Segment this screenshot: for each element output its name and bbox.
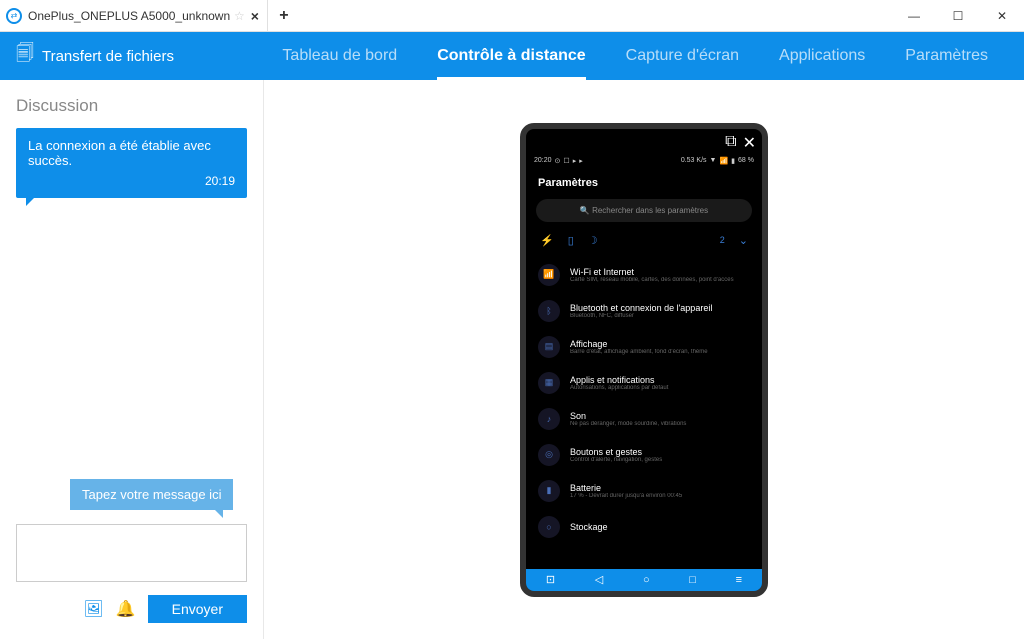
tab-title: OnePlus_ONEPLUS A5000_unknown [28,9,228,23]
settings-item-icon: 📶 [538,264,560,286]
wifi-icon: ▼ [710,157,717,164]
title-bar: OnePlus_ONEPLUS A5000_unknown ☆ × + — ☐ … [0,0,1024,32]
file-transfer-button[interactable]: 🗐 Transfert de fichiers [16,41,174,71]
settings-item-sub: Carte SIM, réseau mobile, cartes, des do… [570,277,750,283]
settings-item-title: Affichage [570,339,750,349]
remote-view: ⧉ ✕ 20:20 ⊙ ☐ ▸ ▸ 0.53 K/s ▼ 📶 ▮ 68 % [264,80,1024,639]
teamviewer-nav-icon[interactable]: ⊡ [546,573,555,586]
menu-icon[interactable]: ≡ [736,574,742,586]
status-icon: ▸ [579,157,583,165]
settings-item[interactable]: ♪ Son Ne pas déranger, mode sourdine, vi… [536,401,752,437]
phone-page-title: Paramètres [526,171,762,199]
settings-item-icon: ▦ [538,372,560,394]
add-tab-button[interactable]: + [268,7,300,25]
home-icon[interactable]: ○ [643,574,650,586]
battery-icon: ▮ [731,157,735,165]
attach-icon[interactable]: 🖼 [83,599,103,619]
settings-item-title: Son [570,411,750,421]
nav-tab[interactable]: Contrôle à distance [417,32,605,80]
file-transfer-label: Transfert de fichiers [42,48,174,65]
settings-item-title: Boutons et gestes [570,447,750,457]
chat-message-text: La connexion a été établie avec succès. [28,138,235,168]
quick-icon[interactable]: ☽ [588,234,598,247]
quick-settings-row: ⚡ ▯ ☽ 2 ⌄ [526,234,762,257]
settings-item-sub: Bluetooth, NFC, diffuser [570,313,750,319]
status-icon: ⊙ [555,157,561,165]
popout-icon[interactable]: ⧉ [725,133,736,153]
chevron-down-icon[interactable]: ⌄ [739,234,748,247]
main-toolbar: 🗐 Transfert de fichiers Tableau de bordC… [0,32,1024,80]
settings-item-icon: ◎ [538,444,560,466]
compose-hint: Tapez votre message ici [70,479,233,510]
close-remote-icon[interactable]: ✕ [743,133,756,153]
chat-input[interactable] [16,524,247,582]
phone-search[interactable]: 🔍 Rechercher dans les paramètres [536,199,752,222]
favorite-icon[interactable]: ☆ [234,9,245,23]
settings-item[interactable]: 📶 Wi-Fi et Internet Carte SIM, réseau mo… [536,257,752,293]
browser-tab[interactable]: OnePlus_ONEPLUS A5000_unknown ☆ × [0,0,268,31]
settings-item-title: Batterie [570,483,750,493]
settings-item[interactable]: ◎ Boutons et gestes Contrôl d'alerte, na… [536,437,752,473]
settings-item[interactable]: ▤ Affichage Barre d'état, affichage ambi… [536,329,752,365]
settings-item-sub: Ne pas déranger, mode sourdine, vibratio… [570,421,750,427]
quick-icon[interactable]: ▯ [568,234,574,247]
settings-item-icon: ▤ [538,336,560,358]
settings-item-icon: ○ [538,516,560,538]
settings-item[interactable]: ○ Stockage [536,509,752,545]
status-icon: ▸ [573,157,577,165]
maximize-button[interactable]: ☐ [936,0,980,32]
search-placeholder: Rechercher dans les paramètres [592,206,708,215]
settings-item-sub: Barre d'état, affichage ambient, fond d'… [570,349,750,355]
settings-item-icon: ᛒ [538,300,560,322]
settings-item-title: Bluetooth et connexion de l'appareil [570,303,750,313]
settings-item-sub: Autorisations, applications par défaut [570,385,750,391]
nav-tab[interactable]: Applications [759,32,885,80]
nav-tab[interactable]: Paramètres [885,32,1008,80]
phone-screen[interactable]: ⧉ ✕ 20:20 ⊙ ☐ ▸ ▸ 0.53 K/s ▼ 📶 ▮ 68 % [520,123,768,597]
file-transfer-icon: 🗐 [16,41,34,71]
tab-close-icon[interactable]: × [251,8,259,24]
send-button[interactable]: Envoyer [148,595,247,623]
search-icon: 🔍 [580,206,590,215]
chat-title: Discussion [16,96,247,116]
settings-item-title: Wi-Fi et Internet [570,267,750,277]
settings-item-icon: ▮ [538,480,560,502]
quick-badge[interactable]: 2 [720,235,725,245]
teamviewer-icon [6,8,22,24]
nav-tab[interactable]: Tableau de bord [262,32,417,80]
minimize-button[interactable]: — [892,0,936,32]
quick-icon[interactable]: ⚡ [540,234,554,247]
settings-item[interactable]: ▦ Applis et notifications Autorisations,… [536,365,752,401]
signal-icon: 📶 [719,157,728,165]
settings-item-title: Stockage [570,522,750,532]
settings-item-title: Applis et notifications [570,375,750,385]
nudge-icon[interactable]: 🔔 [116,599,136,619]
close-button[interactable]: ✕ [980,0,1024,32]
settings-item-sub: Contrôl d'alerte, navigation, gestes [570,457,750,463]
settings-item[interactable]: ▮ Batterie 17 % - Devrait durer jusqu'à … [536,473,752,509]
data-rate: 0.53 K/s [681,157,707,164]
chat-message-time: 20:19 [28,174,235,188]
battery-pct: 68 % [738,157,754,164]
status-icon: ☐ [563,157,569,165]
settings-item-sub: 17 % - Devrait durer jusqu'à environ 00:… [570,493,750,499]
chat-sidebar: Discussion La connexion a été établie av… [0,80,264,639]
back-icon[interactable]: ◁ [595,573,603,586]
phone-time: 20:20 [534,157,552,164]
settings-item[interactable]: ᛒ Bluetooth et connexion de l'appareil B… [536,293,752,329]
nav-tab[interactable]: Capture d'écran [606,32,759,80]
phone-nav-bar: ⊡ ◁ ○ □ ≡ [526,569,762,591]
phone-status-bar: 20:20 ⊙ ☐ ▸ ▸ 0.53 K/s ▼ 📶 ▮ 68 % [526,151,762,171]
chat-message: La connexion a été établie avec succès. … [16,128,247,198]
settings-item-icon: ♪ [538,408,560,430]
recent-icon[interactable]: □ [689,574,696,586]
